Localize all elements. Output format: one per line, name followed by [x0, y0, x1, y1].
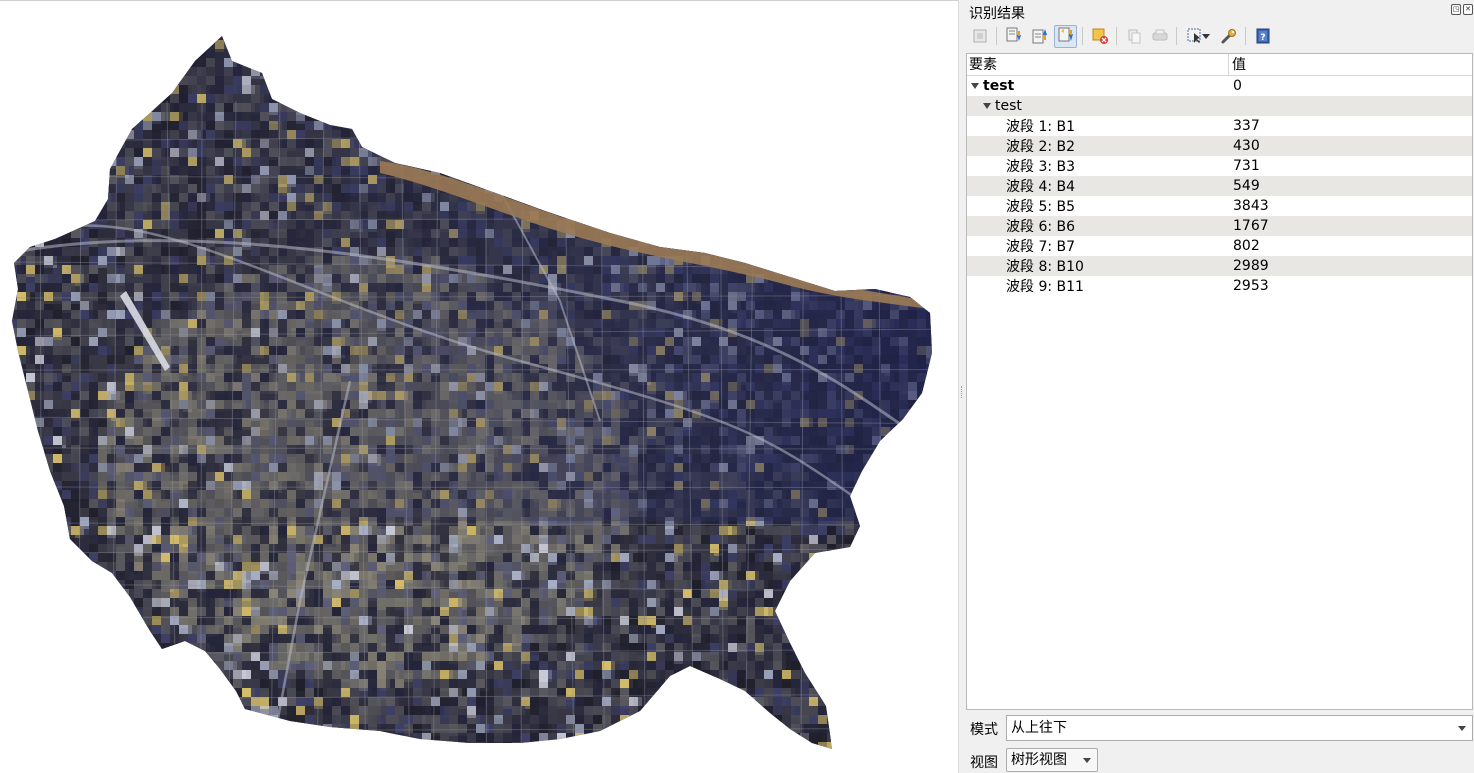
collapse-all-icon — [1032, 29, 1047, 44]
clear-results-icon — [1092, 28, 1108, 44]
feature-name: test — [995, 98, 1022, 114]
settings-button[interactable] — [1217, 25, 1240, 48]
help-icon: ? — [1256, 28, 1269, 44]
print-button[interactable] — [1148, 25, 1171, 48]
layer-row[interactable]: test 0 — [967, 76, 1472, 96]
expand-new-results-button[interactable] — [1054, 24, 1077, 48]
band-row[interactable]: 波段 8: B10 2989 — [967, 256, 1472, 276]
band-value: 549 — [1233, 178, 1260, 194]
expand-arrow-icon[interactable] — [983, 103, 991, 109]
expand-arrow-icon[interactable] — [971, 83, 979, 89]
expand-tree-button[interactable] — [968, 25, 991, 48]
chevron-down-icon — [1202, 33, 1210, 39]
chevron-down-icon — [1458, 726, 1466, 731]
mode-value: 从上往下 — [1011, 720, 1067, 736]
band-label: 波段 1: B1 — [1006, 119, 1076, 135]
band-value: 3843 — [1233, 198, 1269, 214]
wrench-icon — [1221, 29, 1236, 44]
chevron-down-icon — [1083, 758, 1091, 763]
band-value: 2989 — [1233, 258, 1269, 274]
undock-icon[interactable]: ◳ — [1451, 4, 1461, 15]
band-value: 430 — [1233, 138, 1260, 154]
band-label: 波段 8: B10 — [1006, 259, 1084, 275]
panel-title: 识别结果 — [969, 6, 1025, 22]
select-mode-button[interactable] — [1182, 25, 1214, 48]
band-row[interactable]: 波段 3: B3 731 — [967, 156, 1472, 176]
view-label: 视图 — [970, 755, 998, 771]
mode-select[interactable]: 从上往下 — [1006, 715, 1473, 741]
feature-column-header[interactable]: 要素 — [967, 54, 1229, 76]
identify-toolbar: ? — [968, 23, 1274, 49]
band-label: 波段 5: B5 — [1006, 199, 1076, 215]
band-value: 802 — [1233, 238, 1260, 254]
view-select[interactable]: 树形视图 — [1006, 748, 1098, 772]
band-row[interactable]: 波段 1: B1 337 — [967, 116, 1472, 136]
identify-results-panel: 识别结果 ◳ ✕ ? 要素 值 test 0 test 波段 1: B1 337… — [964, 0, 1474, 773]
help-button[interactable]: ? — [1251, 25, 1274, 48]
band-label: 波段 9: B11 — [1006, 279, 1084, 295]
band-value: 731 — [1233, 158, 1260, 174]
collapse-all-button[interactable] — [1028, 25, 1051, 48]
copy-button[interactable] — [1122, 25, 1145, 48]
band-label: 波段 4: B4 — [1006, 179, 1076, 195]
clear-results-button[interactable] — [1088, 25, 1111, 48]
band-label: 波段 7: B7 — [1006, 239, 1076, 255]
feature-row[interactable]: test — [967, 96, 1472, 116]
raster-layer-image — [12, 36, 932, 749]
band-value: 337 — [1233, 118, 1260, 134]
identify-results-tree[interactable]: 要素 值 test 0 test 波段 1: B1 337 波段 2: B2 430 波… — [966, 53, 1473, 710]
layer-value: 0 — [1233, 78, 1242, 94]
band-label: 波段 3: B3 — [1006, 159, 1076, 175]
expand-all-button[interactable] — [1002, 25, 1025, 48]
tree-header: 要素 值 — [967, 54, 1472, 76]
band-rows: 波段 1: B1 337 波段 2: B2 430 波段 3: B3 731 波段 4: B… — [967, 116, 1472, 296]
band-row[interactable]: 波段 6: B6 1767 — [967, 216, 1472, 236]
mode-label: 模式 — [970, 722, 998, 738]
value-column-header[interactable]: 值 — [1229, 54, 1472, 76]
copy-icon — [1128, 29, 1140, 44]
expand-all-icon — [1006, 27, 1021, 42]
expand-tree-icon — [973, 29, 986, 43]
band-row[interactable]: 波段 7: B7 802 — [967, 236, 1472, 256]
layer-name: test — [983, 78, 1015, 94]
band-row[interactable]: 波段 4: B4 549 — [967, 176, 1472, 196]
expand-new-results-icon — [1058, 27, 1073, 42]
band-row[interactable]: 波段 2: B2 430 — [967, 136, 1472, 156]
band-row[interactable]: 波段 5: B5 3843 — [967, 196, 1472, 216]
band-row[interactable]: 波段 9: B11 2953 — [967, 276, 1472, 296]
band-value: 1767 — [1233, 218, 1269, 234]
close-icon[interactable]: ✕ — [1463, 4, 1473, 15]
map-canvas[interactable] — [0, 0, 958, 773]
print-icon — [1152, 29, 1167, 41]
band-value: 2953 — [1233, 278, 1269, 294]
panel-title-buttons: ◳ ✕ — [1451, 4, 1473, 15]
band-label: 波段 2: B2 — [1006, 139, 1076, 155]
view-value: 树形视图 — [1011, 752, 1067, 768]
band-label: 波段 6: B6 — [1006, 219, 1076, 235]
